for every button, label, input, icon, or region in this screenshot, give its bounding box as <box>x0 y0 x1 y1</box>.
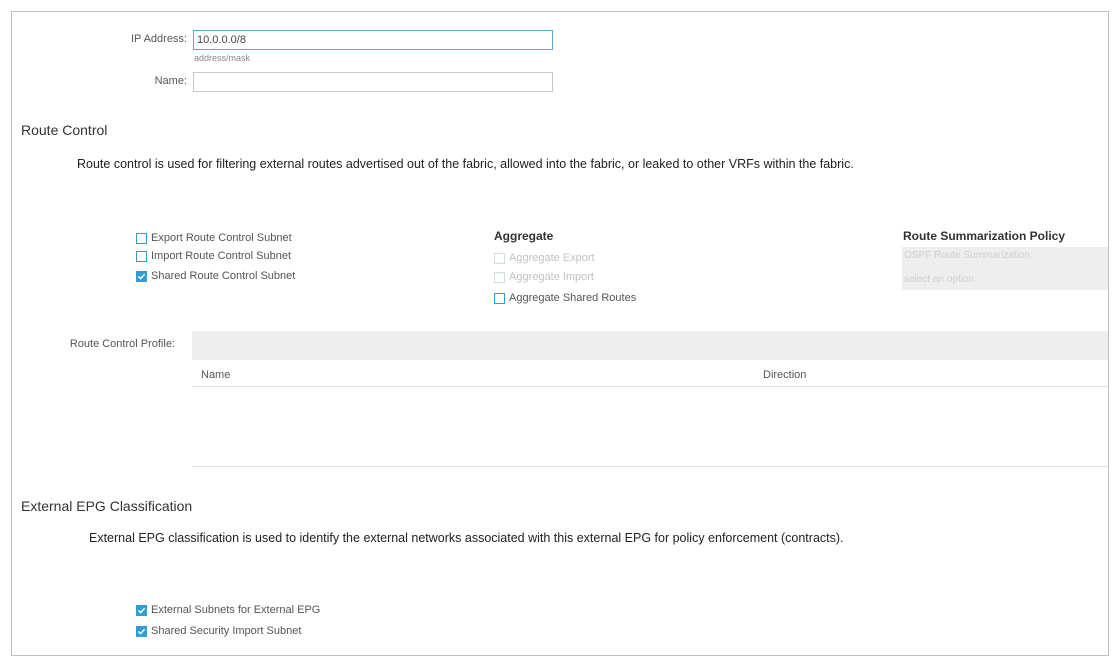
checkbox-box <box>494 252 505 264</box>
aggregate-shared-routes-checkbox[interactable]: Aggregate Shared Routes <box>494 290 636 306</box>
checkbox-box[interactable] <box>136 270 147 282</box>
ospf-route-summarization-label: OSPF Route Summarization: <box>904 250 1033 261</box>
route-control-description: Route control is used for filtering exte… <box>77 157 854 171</box>
name-input[interactable] <box>193 72 553 92</box>
checkbox-box <box>494 271 505 283</box>
external-epg-title: External EPG Classification <box>21 498 193 514</box>
ip-address-input[interactable] <box>193 30 553 50</box>
route-control-profile-toolbar <box>192 331 1108 360</box>
checkbox-label: Aggregate Shared Routes <box>509 292 637 304</box>
checkbox-label: Export Route Control Subnet <box>151 232 292 244</box>
checkmark-icon <box>137 607 146 614</box>
checkbox-label: Shared Route Control Subnet <box>151 270 296 282</box>
checkbox-box[interactable] <box>136 250 147 262</box>
route-summarization-title: Route Summarization Policy <box>903 229 1066 243</box>
column-header-name[interactable]: Name <box>201 369 230 381</box>
aggregate-title: Aggregate <box>494 229 554 243</box>
table-bottom-divider <box>192 466 1108 467</box>
export-route-control-checkbox[interactable]: Export Route Control Subnet <box>136 230 292 246</box>
subnet-form-panel: IP Address: address/mask Name: Route Con… <box>11 11 1109 656</box>
checkbox-box[interactable] <box>136 625 147 637</box>
checkbox-label: External Subnets for External EPG <box>151 604 321 616</box>
name-label: Name: <box>154 75 187 87</box>
checkbox-box[interactable] <box>136 232 147 244</box>
checkbox-label: Aggregate Export <box>509 252 595 264</box>
route-control-profile-label: Route Control Profile: <box>69 338 175 350</box>
import-route-control-checkbox[interactable]: Import Route Control Subnet <box>136 248 291 264</box>
checkbox-label: Shared Security Import Subnet <box>151 625 302 637</box>
external-epg-description: External EPG classification is used to i… <box>89 531 844 545</box>
checkmark-icon <box>137 273 146 280</box>
route-control-title: Route Control <box>21 122 108 138</box>
shared-security-import-checkbox[interactable]: Shared Security Import Subnet <box>136 623 301 639</box>
table-header-divider <box>192 386 1108 387</box>
checkbox-box[interactable] <box>136 604 147 616</box>
ip-address-label: IP Address: <box>130 33 187 45</box>
ip-address-hint: address/mask <box>194 53 251 63</box>
checkbox-box[interactable] <box>494 292 505 304</box>
ospf-route-summarization-select: select an option <box>904 274 975 285</box>
checkbox-label: Import Route Control Subnet <box>151 250 292 262</box>
checkmark-icon <box>137 628 146 635</box>
checkbox-label: Aggregate Import <box>509 271 594 283</box>
shared-route-control-checkbox[interactable]: Shared Route Control Subnet <box>136 268 295 284</box>
external-subnets-checkbox[interactable]: External Subnets for External EPG <box>136 602 320 618</box>
column-header-direction[interactable]: Direction <box>763 369 806 381</box>
aggregate-import-checkbox: Aggregate Import <box>494 269 594 285</box>
aggregate-export-checkbox: Aggregate Export <box>494 250 595 266</box>
